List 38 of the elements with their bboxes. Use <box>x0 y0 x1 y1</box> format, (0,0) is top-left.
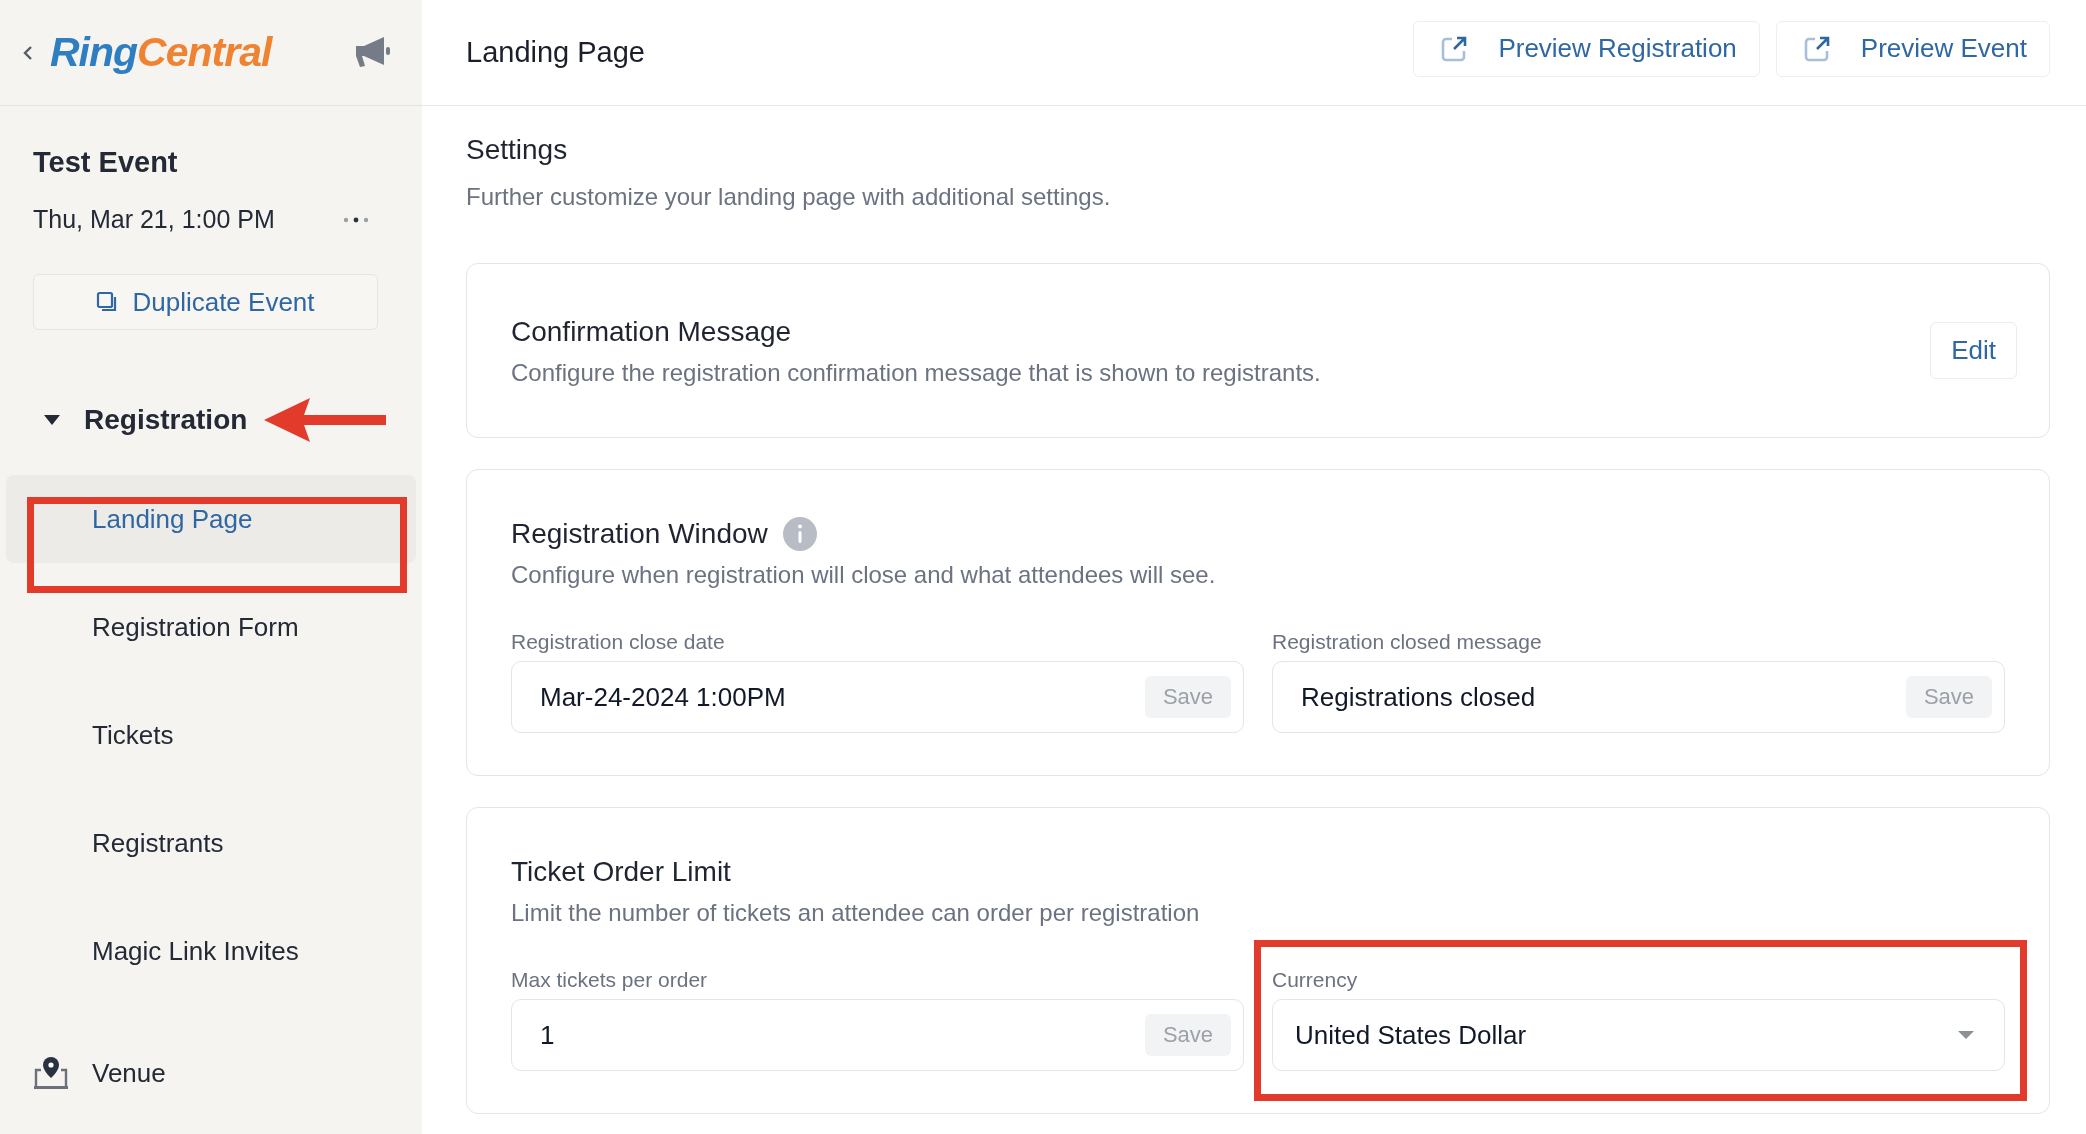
card-title: Confirmation Message <box>511 315 792 348</box>
preview-button[interactable]: Preview Registration <box>1413 20 1760 77</box>
logo: RingCentral <box>50 29 272 76</box>
nav-item[interactable]: Magic Link Invites <box>6 907 416 995</box>
card-title: Registration Window <box>511 518 768 550</box>
card-description: Configure the registration confirmation message that is shown to registrants. <box>511 357 1322 388</box>
dropdown-caret-icon <box>1956 1029 1976 1041</box>
location-pin-icon <box>33 1056 69 1090</box>
nav-item[interactable]: Tickets <box>6 691 416 779</box>
event-title: Test Event <box>33 146 179 179</box>
more-icon <box>342 215 370 224</box>
card-description: Configure when registration will close and what attendees will see. <box>511 560 1217 590</box>
input-field[interactable]: Mar-24-2024 1:00PM Save <box>511 661 1244 733</box>
page-title: Landing Page <box>466 36 646 69</box>
info-icon <box>781 516 818 552</box>
nav-section[interactable]: Registration <box>84 404 248 436</box>
input-field[interactable]: Registrations closed Save <box>1272 661 2005 733</box>
duplicate-event-button[interactable]: Duplicate Event <box>33 274 378 330</box>
external-link-icon <box>1440 34 1469 63</box>
section-title: Settings <box>466 133 569 167</box>
card-title: Ticket Order Limit <box>511 856 731 888</box>
edit-button[interactable]: Edit <box>1930 322 2017 379</box>
field-label: Registration closed message <box>1272 629 1543 655</box>
preview-button[interactable]: Preview Event <box>1775 20 2050 77</box>
external-link-icon <box>1802 34 1831 63</box>
card-description: Limit the number of tickets an attendee can order per registration <box>511 898 1201 928</box>
nav-item[interactable]: Registrants <box>6 799 416 887</box>
nav-item[interactable]: Registration Form <box>6 583 416 671</box>
field-label: Max tickets per order <box>511 967 709 993</box>
event-date: Thu, Mar 21, 1:00 PM <box>33 205 275 234</box>
section-description: Further customize your landing page with additional settings. <box>466 182 1112 212</box>
input-field[interactable]: 1 Save <box>511 999 1244 1071</box>
field-label: Currency <box>1272 967 1359 993</box>
back-icon <box>22 43 34 62</box>
currency-select[interactable]: United States Dollar <box>1272 999 2005 1071</box>
field-label: Registration close date <box>511 629 726 655</box>
copy-icon <box>96 291 119 313</box>
nav-item[interactable]: Venue <box>0 1033 422 1113</box>
